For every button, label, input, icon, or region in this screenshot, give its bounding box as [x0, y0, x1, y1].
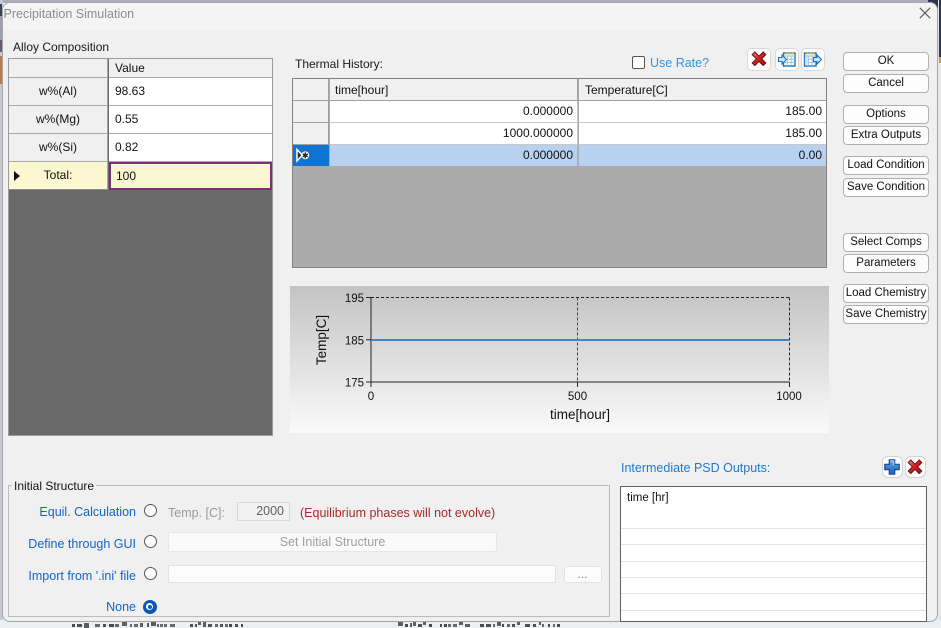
- svg-text:185: 185: [345, 335, 364, 347]
- svg-text:195: 195: [345, 293, 364, 305]
- svg-text:time[hour]: time[hour]: [550, 407, 610, 422]
- svg-text:0: 0: [368, 391, 374, 403]
- svg-text:500: 500: [568, 391, 587, 403]
- svg-text:Temp[C]: Temp[C]: [314, 315, 329, 365]
- svg-text:175: 175: [345, 378, 364, 390]
- svg-text:1000: 1000: [776, 391, 802, 403]
